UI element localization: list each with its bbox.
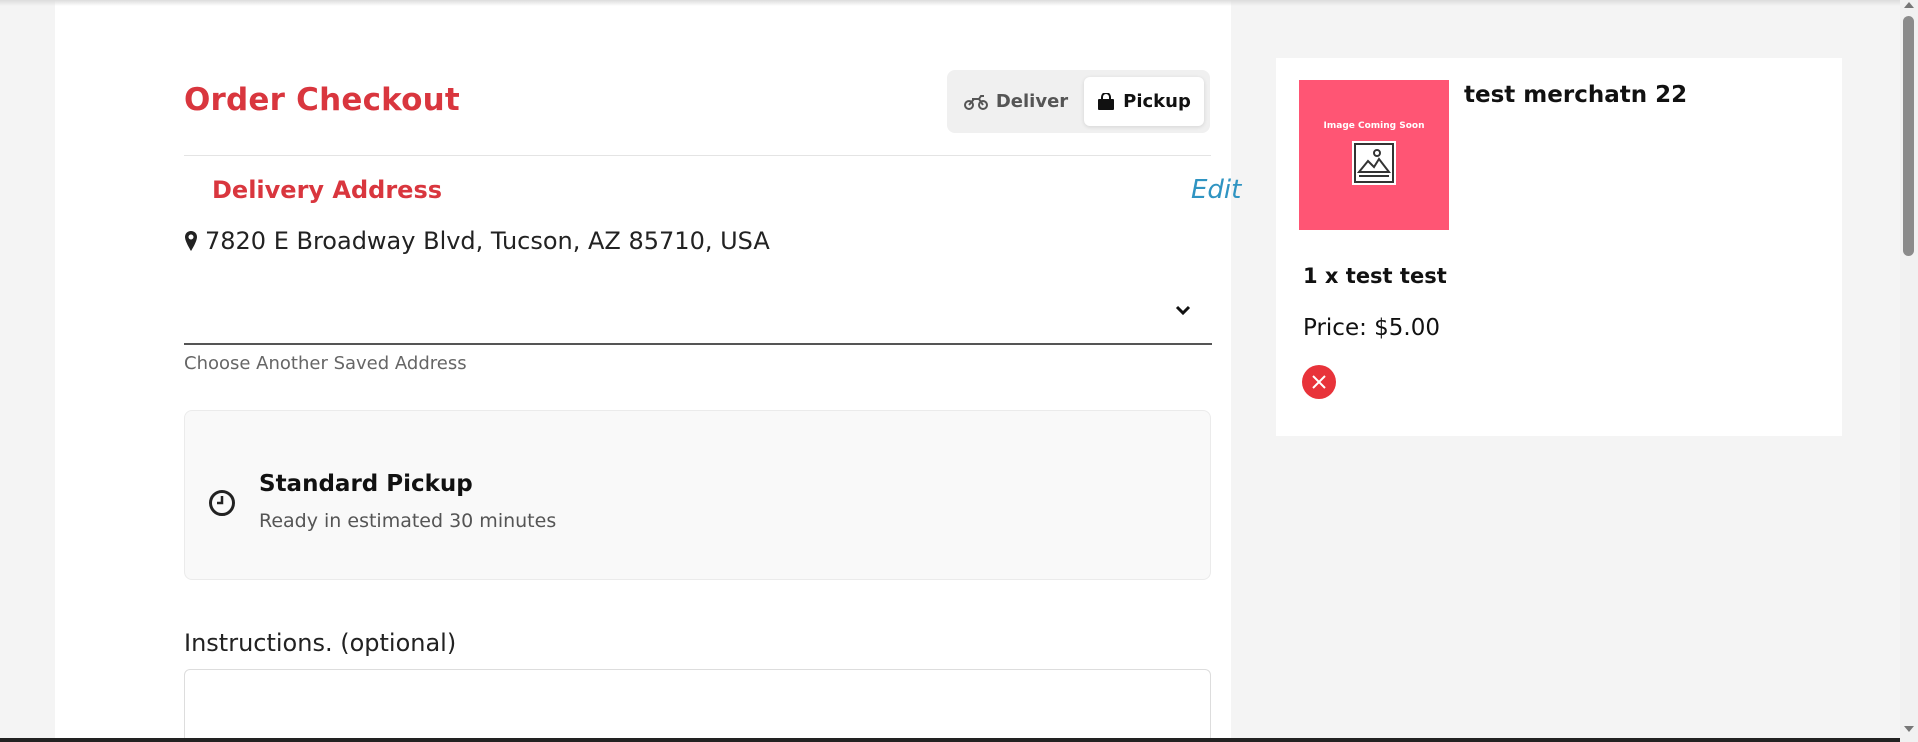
scroll-up-arrow[interactable] <box>1904 2 1914 8</box>
scroll-down-arrow[interactable] <box>1904 726 1914 732</box>
checkout-panel: Order Checkout Deliver Pickup Delivery A… <box>55 0 1241 742</box>
shopping-bag-icon <box>1098 92 1115 110</box>
pickup-option-title: Standard Pickup <box>259 471 473 497</box>
delivery-address-heading: Delivery Address <box>212 176 443 204</box>
instructions-input[interactable] <box>184 669 1211 742</box>
delivery-mode-toggle: Deliver Pickup <box>947 70 1210 133</box>
map-marker-icon <box>185 231 197 251</box>
product-image-placeholder: Image Coming Soon <box>1299 80 1449 230</box>
bottom-edge-bar <box>0 738 1900 742</box>
edit-address-link[interactable]: Edit <box>1191 175 1241 205</box>
cart-item-price: Price: $5.00 <box>1303 315 1441 341</box>
saved-address-select[interactable] <box>184 290 1212 345</box>
close-icon <box>1312 375 1326 389</box>
pickup-button[interactable]: Pickup <box>1084 77 1204 126</box>
page-title: Order Checkout <box>184 82 460 118</box>
cart-panel: Image Coming Soon test merchatn 22 1 x t… <box>1276 58 1842 436</box>
top-shadow <box>0 0 1900 6</box>
clock-icon <box>209 490 235 516</box>
scrollbar-thumb[interactable] <box>1903 16 1914 256</box>
motorcycle-icon <box>963 94 988 110</box>
vertical-scrollbar[interactable] <box>1900 0 1918 742</box>
address-text: 7820 E Broadway Blvd, Tucson, AZ 85710, … <box>205 227 770 255</box>
pickup-label: Pickup <box>1123 91 1191 112</box>
image-icon <box>1352 141 1396 185</box>
current-address: 7820 E Broadway Blvd, Tucson, AZ 85710, … <box>184 227 770 255</box>
deliver-button[interactable]: Deliver <box>957 77 1075 126</box>
pickup-option-card[interactable]: Standard Pickup Ready in estimated 30 mi… <box>184 410 1211 580</box>
saved-address-helper: Choose Another Saved Address <box>184 353 467 374</box>
chevron-down-icon <box>1175 305 1191 316</box>
instructions-label: Instructions. (optional) <box>184 629 457 657</box>
deliver-label: Deliver <box>995 91 1069 112</box>
image-placeholder-text: Image Coming Soon <box>1323 121 1425 131</box>
divider <box>184 155 1211 156</box>
cart-item-quantity: 1 x test test <box>1303 264 1447 288</box>
merchant-name: test merchatn 22 <box>1464 82 1688 108</box>
pickup-option-subtitle: Ready in estimated 30 minutes <box>259 510 557 532</box>
remove-item-button[interactable] <box>1302 365 1336 399</box>
